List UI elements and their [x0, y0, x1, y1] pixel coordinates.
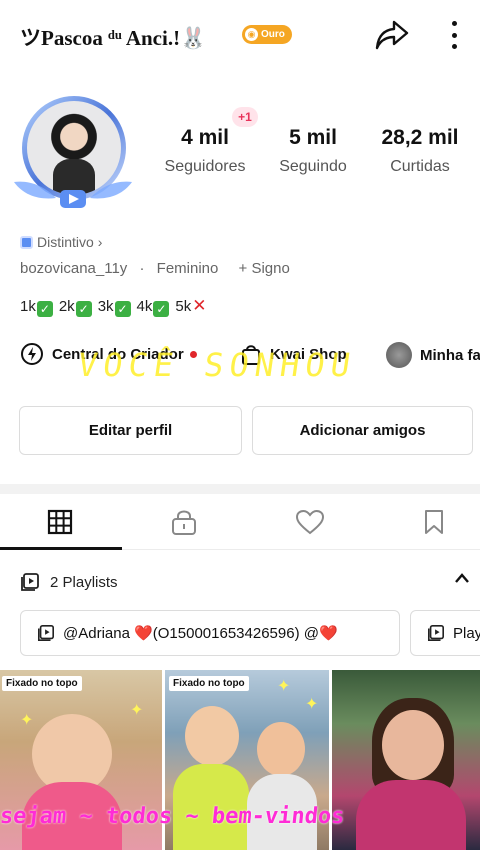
chevron-right-icon: › [97, 234, 103, 250]
stat-label: Seguidores [164, 158, 246, 175]
distintivo-link[interactable]: Distintivo › [20, 234, 102, 250]
video-thumbnail[interactable] [332, 670, 480, 850]
stat-followers[interactable]: 4 mil Seguidores [160, 126, 250, 176]
lightning-icon [21, 343, 43, 365]
goal-label: 4k [136, 298, 153, 315]
video-thumbnail[interactable]: ✦ ✦ Fixado no topo [0, 670, 162, 850]
add-friends-button[interactable]: Adicionar amigos [252, 406, 473, 455]
thumbnail-figure [356, 780, 466, 850]
goal-label: 2k [58, 298, 75, 315]
heart-icon [295, 509, 325, 535]
sparkle-icon: ✦ [130, 702, 144, 719]
shortcut-family[interactable]: Minha fa [386, 342, 480, 368]
coin-icon: ◉ [245, 28, 258, 41]
goal-label: 3k [97, 298, 114, 315]
pinned-label: Fixado no topo [2, 676, 82, 691]
check-icon: ✓ [114, 301, 131, 317]
sparkle-icon: ✦ [305, 696, 319, 713]
top-bar: ツPascoa ᵈᵘ Anci.!🐰 ◉ Ouro [0, 0, 480, 72]
thumbnail-figure [247, 774, 317, 850]
shortcuts-row: Central do Criador Kwai Shop Minha fa [0, 338, 480, 372]
playlists-header[interactable]: 2 Playlists [20, 570, 476, 594]
tab-liked[interactable] [250, 494, 370, 550]
active-tab-indicator [0, 547, 122, 550]
chevron-up-icon[interactable] [454, 572, 470, 584]
tab-saved[interactable] [374, 494, 480, 550]
stat-value: 5 mil [289, 126, 337, 149]
check-icon: ✓ [153, 301, 170, 317]
distintivo-label: Distintivo [37, 234, 94, 250]
level-badge[interactable]: ◉ Ouro [242, 25, 292, 44]
stat-label: Seguindo [279, 158, 347, 175]
shopping-bag-icon [242, 345, 260, 365]
notification-dot [189, 350, 197, 358]
profile-username: ツPascoa ᵈᵘ Anci.!🐰 [20, 26, 207, 50]
profile-info-line: bozovicana_11y · Feminino + Signo [20, 260, 290, 277]
profile-gender: Feminino [156, 260, 219, 277]
stat-label: Curtidas [390, 158, 450, 175]
tab-private[interactable] [124, 494, 244, 550]
shortcut-label: Minha fa [420, 346, 480, 364]
playlists-count: 2 Playlists [50, 573, 118, 591]
profile-tabs [0, 494, 480, 550]
grid-icon [47, 509, 73, 535]
stat-value: 4 mil [181, 126, 229, 149]
section-divider [0, 484, 480, 494]
share-arrow-icon[interactable] [374, 18, 410, 52]
playlist-icon [37, 624, 55, 642]
avatar-icon [386, 342, 412, 368]
thumbnail-figure [382, 710, 444, 780]
lock-icon [172, 510, 196, 535]
shortcut-label: Central do Criador [52, 345, 184, 363]
separator-dot: · [139, 260, 145, 277]
profile-bio-goals: 1k ✓ 2k ✓ 3k ✓ 4k ✓ 5k✕ [20, 296, 206, 317]
bookmark-icon [425, 510, 443, 534]
more-vertical-icon[interactable] [444, 18, 464, 52]
video-grid: ✦ ✦ Fixado no topo ✦ ✦ Fixado no topo [0, 670, 480, 850]
avatar-wings-decoration [14, 181, 132, 208]
thumbnail-figure [185, 706, 239, 766]
thumbnail-figure [173, 764, 249, 850]
thumbnail-figure [257, 722, 305, 776]
goal-label: 5k [175, 298, 192, 315]
video-thumbnail[interactable]: ✦ ✦ Fixado no topo [165, 670, 329, 850]
playlist-card[interactable]: Play [410, 610, 480, 656]
sparkle-icon: ✦ [20, 712, 34, 729]
playlist-title: Play [453, 624, 480, 642]
sparkle-icon: ✦ [277, 678, 291, 695]
cross-icon: ✕ [192, 296, 207, 315]
thumbnail-figure [22, 782, 122, 850]
profile-handle: bozovicana_11y [20, 260, 128, 277]
shortcut-label: Kwai Shop [270, 345, 347, 363]
tab-grid[interactable] [0, 494, 120, 550]
stat-value: 28,2 mil [381, 126, 459, 149]
edit-profile-button[interactable]: Editar perfil [19, 406, 242, 455]
goal-label: 1k [20, 298, 36, 315]
add-sign-button[interactable]: + Signo [239, 260, 290, 277]
shortcut-creator-center[interactable]: Central do Criador [20, 342, 197, 366]
playlist-icon [21, 573, 39, 591]
playlist-icon [427, 624, 445, 642]
pinned-label: Fixado no topo [169, 676, 249, 691]
avatar[interactable] [10, 88, 136, 218]
check-icon: ✓ [36, 301, 53, 317]
level-badge-label: Ouro [261, 29, 285, 40]
stat-likes[interactable]: 28,2 mil Curtidas [372, 126, 468, 176]
playlist-title: @Adriana ❤️(O150001653426596) @❤️ [63, 625, 338, 642]
badge-hexagon-icon [20, 235, 33, 249]
check-icon: ✓ [75, 301, 92, 317]
shortcut-kwai-shop[interactable]: Kwai Shop [240, 342, 347, 366]
playlist-card[interactable]: @Adriana ❤️(O150001653426596) @❤️ [20, 610, 400, 656]
stat-following[interactable]: 5 mil Seguindo [272, 126, 354, 176]
new-followers-badge: +1 [232, 107, 258, 127]
